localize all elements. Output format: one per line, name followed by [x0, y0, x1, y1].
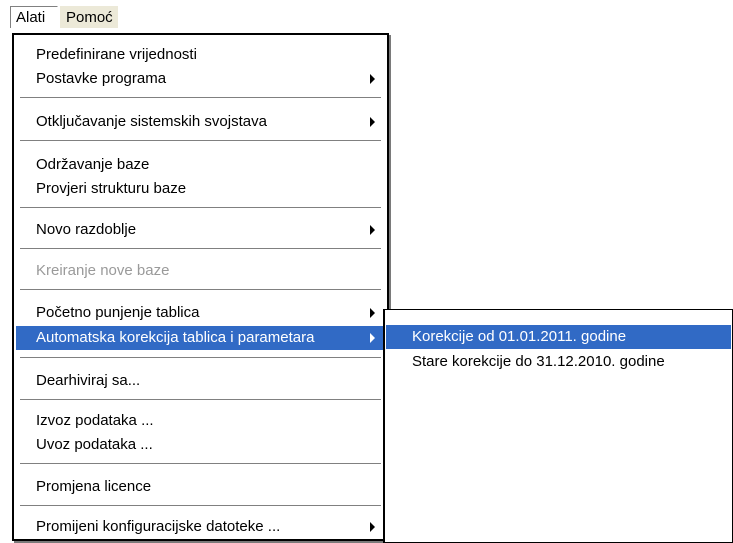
- submenu-item-korekcije-od-2011[interactable]: Korekcije od 01.01.2011. godine: [386, 325, 731, 349]
- menu-item-postavke-programa[interactable]: Postavke programa: [16, 67, 385, 91]
- menu-separator: [20, 399, 381, 400]
- menu-item-automatska-korekcija[interactable]: Automatska korekcija tablica i parametar…: [16, 326, 385, 350]
- menu-item-otkljucavanje-sistemskih-svojstava[interactable]: Otključavanje sistemskih svojstava: [16, 110, 385, 134]
- menu-item-odrzavanje-baze[interactable]: Održavanje baze: [16, 153, 385, 177]
- menu-item-label: Postavke programa: [36, 70, 167, 87]
- menu-separator: [20, 505, 381, 506]
- menu-item-kreiranje-nove-baze: Kreiranje nove baze: [16, 259, 385, 283]
- submenu-arrow-icon: [370, 74, 375, 84]
- submenu-arrow-icon: [370, 117, 375, 127]
- menu-item-label: Održavanje baze: [36, 156, 150, 173]
- menu-separator: [20, 357, 381, 358]
- menu-item-label: Provjeri strukturu baze: [36, 180, 187, 197]
- submenu-arrow-icon: [370, 308, 375, 318]
- menu-item-provjeri-strukturu-baze[interactable]: Provjeri strukturu baze: [16, 177, 385, 201]
- automatska-korekcija-submenu: Korekcije od 01.01.2011. godine Stare ko…: [383, 309, 733, 543]
- menu-item-novo-razdoblje[interactable]: Novo razdoblje: [16, 218, 385, 242]
- menu-separator: [20, 463, 381, 464]
- menu-separator: [20, 207, 381, 208]
- menu-item-label: Promjena licence: [36, 478, 152, 495]
- menu-item-label: Kreiranje nove baze: [36, 262, 170, 279]
- menu-item-pocetno-punjenje-tablica[interactable]: Početno punjenje tablica: [16, 301, 385, 325]
- submenu-item-label: Stare korekcije do 31.12.2010. godine: [412, 353, 665, 370]
- submenu-arrow-icon: [370, 522, 375, 532]
- menu-alati[interactable]: Alati: [10, 6, 58, 28]
- menu-item-predefinirane-vrijednosti[interactable]: Predefinirane vrijednosti: [16, 43, 385, 67]
- menu-bar: Alati Pomoć: [0, 0, 733, 30]
- menu-item-dearhiviraj[interactable]: Dearhiviraj sa...: [16, 369, 385, 393]
- menu-separator: [20, 248, 381, 249]
- menu-item-label: Promijeni konfiguracijske datoteke ...: [36, 518, 281, 535]
- menu-item-label: Dearhiviraj sa...: [36, 372, 141, 389]
- submenu-arrow-icon: [370, 225, 375, 235]
- menu-item-label: Otključavanje sistemskih svojstava: [36, 113, 267, 130]
- menu-separator: [20, 97, 381, 98]
- menu-item-label: Automatska korekcija tablica i parametar…: [36, 329, 315, 346]
- menu-item-label: Početno punjenje tablica: [36, 304, 200, 321]
- submenu-arrow-icon: [370, 333, 375, 343]
- menu-item-label: Predefinirane vrijednosti: [36, 46, 197, 63]
- menu-item-promijeni-konfiguracijske-datoteke[interactable]: Promijeni konfiguracijske datoteke ...: [16, 515, 385, 539]
- menu-item-label: Novo razdoblje: [36, 221, 137, 238]
- menu-item-uvoz-podataka[interactable]: Uvoz podataka ...: [16, 433, 385, 457]
- submenu-item-stare-korekcije-do-2010[interactable]: Stare korekcije do 31.12.2010. godine: [386, 350, 731, 374]
- submenu-item-label: Korekcije od 01.01.2011. godine: [412, 328, 627, 345]
- alati-dropdown-menu: Predefinirane vrijednosti Postavke progr…: [12, 33, 389, 541]
- menu-item-label: Izvoz podataka ...: [36, 412, 154, 429]
- menu-separator: [20, 289, 381, 290]
- menu-pomoc[interactable]: Pomoć: [60, 6, 118, 28]
- menu-separator: [20, 140, 381, 141]
- menu-item-label: Uvoz podataka ...: [36, 436, 153, 453]
- menu-item-promjena-licence[interactable]: Promjena licence: [16, 475, 385, 499]
- menu-item-izvoz-podataka[interactable]: Izvoz podataka ...: [16, 409, 385, 433]
